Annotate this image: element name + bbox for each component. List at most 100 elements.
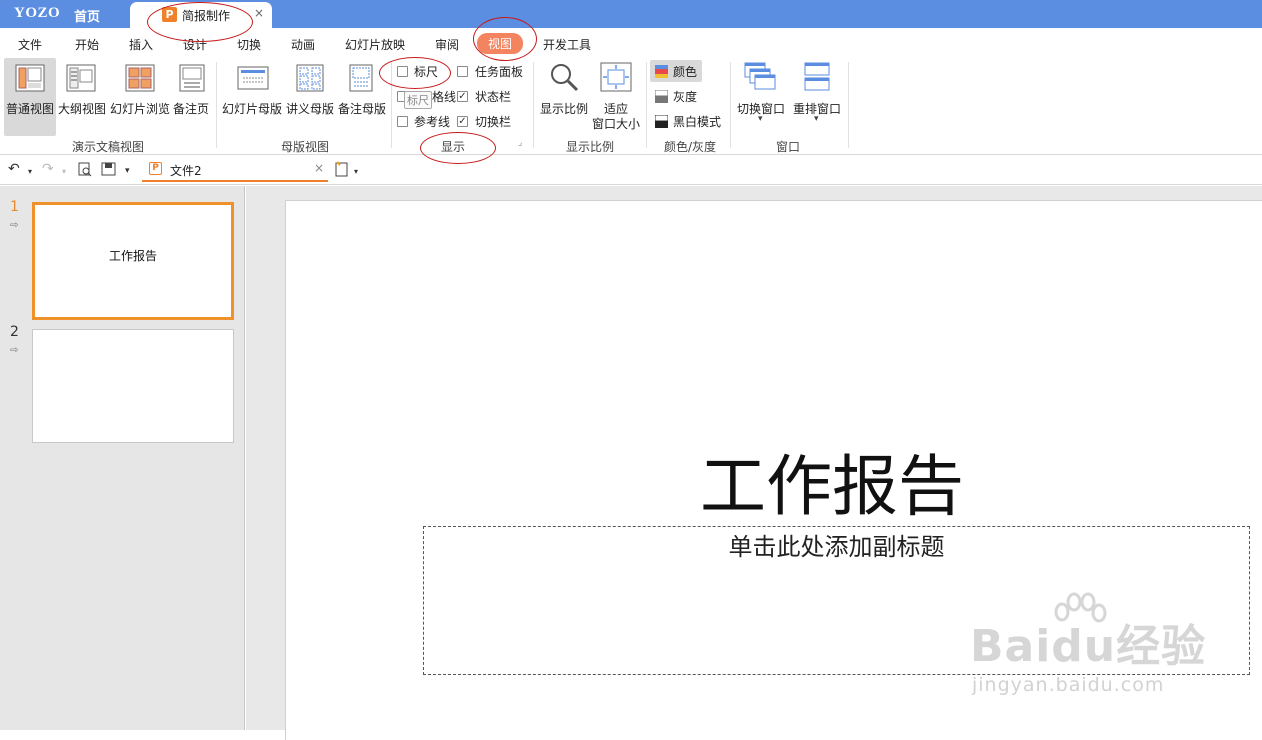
slide-master-button[interactable]: 幻灯片母版: [221, 58, 285, 136]
ruler-checkbox[interactable]: [397, 66, 408, 77]
notes-page-button[interactable]: 备注页: [172, 58, 212, 136]
notes-master-icon: [349, 64, 373, 92]
home-tab[interactable]: 首页: [74, 6, 100, 25]
group-label-zoom: 显示比例: [565, 140, 614, 154]
thumbnail-title: 工作报告: [108, 249, 157, 263]
zoom-label: 显示比例: [540, 102, 589, 116]
fit-window-icon: [600, 62, 632, 92]
slide-sorter-icon: [125, 64, 155, 92]
quick-access-bar: ↶ ▾ ↷ ▾ ▾ P 文件2 × ▾: [0, 155, 1262, 185]
presentation-icon: P: [162, 7, 177, 22]
switch-bar-label: 切换栏: [475, 115, 512, 129]
color-swatch-icon: [655, 65, 668, 78]
switch-bar-checkbox[interactable]: ✓: [457, 116, 468, 127]
task-pane-checkbox[interactable]: [457, 66, 468, 77]
switch-window-button[interactable]: 切换窗口 ▾: [734, 58, 788, 136]
app-logo: YOZO: [14, 5, 61, 21]
guides-label: 参考线: [414, 115, 451, 129]
redo-icon[interactable]: ↷: [42, 162, 54, 176]
close-icon[interactable]: ×: [254, 6, 264, 20]
title-bar: YOZO 首页 P 简报制作 ×: [0, 0, 1262, 28]
zoom-button[interactable]: 显示比例: [538, 58, 590, 136]
normal-view-icon: [15, 64, 45, 92]
slide-number: 1: [10, 199, 19, 215]
slide-sorter-label: 幻灯片浏览: [110, 102, 171, 116]
ribbon: 普通视图 大纲视图 幻灯片浏览 备注页 演示文稿视图 幻灯片母版 讲义母版 备注…: [0, 58, 1262, 155]
group-divider: [533, 62, 534, 148]
slide-editing-area: 工作报告 单击此处添加副标题: [246, 186, 1262, 740]
guides-checkbox[interactable]: [397, 116, 408, 127]
group-label-color: 颜色/灰度: [663, 140, 717, 154]
fit-window-label-line2: 窗口大小: [592, 117, 641, 131]
menu-design[interactable]: 设计: [183, 36, 207, 53]
group-label-master-views: 母版视图: [280, 140, 329, 154]
switch-window-icon: [744, 62, 776, 90]
status-bar-label: 状态栏: [475, 90, 512, 104]
menu-file[interactable]: 文件: [18, 36, 42, 53]
menu-slideshow[interactable]: 幻灯片放映: [345, 36, 405, 53]
menu-developer[interactable]: 开发工具: [543, 36, 591, 53]
group-divider: [730, 62, 731, 148]
ruler-label: 标尺: [414, 65, 439, 79]
file-tab-label: 文件2: [170, 164, 202, 178]
handout-master-button[interactable]: 讲义母版: [286, 58, 336, 136]
black-white-label: 黑白模式: [673, 115, 722, 129]
notes-master-button[interactable]: 备注母版: [337, 58, 387, 136]
chevron-down-icon[interactable]: ▾: [62, 165, 66, 179]
outline-view-label: 大纲视图: [58, 102, 107, 116]
slide-number: 2: [10, 324, 19, 340]
transition-icon: ⇨: [10, 220, 19, 231]
subtitle-placeholder[interactable]: 单击此处添加副标题: [423, 526, 1250, 675]
magnifier-icon: [551, 64, 579, 92]
slide-thumbnail-2[interactable]: [32, 329, 234, 443]
menu-view[interactable]: 视图: [477, 33, 524, 54]
normal-view-button[interactable]: 普通视图: [4, 58, 56, 136]
new-document-icon[interactable]: [334, 161, 350, 177]
slide-canvas[interactable]: 工作报告 单击此处添加副标题: [285, 200, 1262, 740]
status-bar-checkbox[interactable]: ✓: [457, 91, 468, 102]
menu-home[interactable]: 开始: [75, 36, 99, 53]
slide-sorter-button[interactable]: 幻灯片浏览: [109, 58, 171, 136]
group-label-show: 显示: [440, 140, 465, 154]
subtitle-placeholder-text: 单击此处添加副标题: [728, 533, 945, 561]
notes-page-icon: [179, 64, 205, 92]
grayscale-icon: [655, 90, 668, 103]
document-tab[interactable]: P 简报制作 ×: [130, 2, 272, 28]
menu-review[interactable]: 审阅: [435, 36, 459, 53]
slide-master-icon: [237, 66, 269, 90]
black-white-icon: [655, 115, 668, 128]
undo-icon[interactable]: ↶: [8, 162, 20, 176]
customize-toolbar-icon[interactable]: ▾: [125, 164, 130, 178]
arrange-window-button[interactable]: 重排窗口 ▾: [790, 58, 844, 136]
group-label-presentation-views: 演示文稿视图: [71, 140, 144, 154]
menu-animation[interactable]: 动画: [291, 36, 315, 53]
group-divider: [646, 62, 647, 148]
grayscale-label: 灰度: [673, 90, 698, 104]
menu-transitions[interactable]: 切换: [237, 36, 261, 53]
save-icon[interactable]: [101, 162, 116, 176]
notes-master-label: 备注母版: [338, 102, 387, 116]
print-preview-icon[interactable]: [78, 162, 92, 177]
slide-master-label: 幻灯片母版: [222, 102, 283, 116]
color-mode-button[interactable]: 颜色: [650, 60, 702, 82]
notes-page-label: 备注页: [173, 102, 210, 116]
menu-bar: 文件 开始 插入 设计 切换 动画 幻灯片放映 审阅 视图 开发工具: [0, 28, 1262, 58]
slide-thumbnail-panel: 1 ⇨ 工作报告 2 ⇨: [0, 186, 245, 730]
chevron-down-icon[interactable]: ▾: [354, 165, 358, 179]
grayscale-button[interactable]: 灰度: [650, 85, 702, 107]
outline-view-button[interactable]: 大纲视图: [57, 58, 107, 136]
slide-title[interactable]: 工作报告: [286, 433, 1262, 529]
black-white-button[interactable]: 黑白模式: [650, 110, 726, 132]
slide-thumbnail-1[interactable]: 工作报告: [32, 202, 234, 320]
group-divider: [848, 62, 849, 148]
fit-window-button[interactable]: 适应 窗口大小: [591, 58, 641, 136]
file-tab[interactable]: P 文件2 ×: [142, 157, 328, 182]
handout-master-icon: [296, 64, 324, 92]
document-tab-label: 简报制作: [182, 9, 231, 23]
color-mode-label: 颜色: [673, 65, 698, 79]
dialog-launcher-icon[interactable]: ⌟: [518, 138, 522, 148]
group-label-window: 窗口: [775, 140, 800, 154]
chevron-down-icon[interactable]: ▾: [28, 165, 32, 179]
close-icon[interactable]: ×: [314, 161, 324, 175]
menu-insert[interactable]: 插入: [129, 36, 153, 53]
